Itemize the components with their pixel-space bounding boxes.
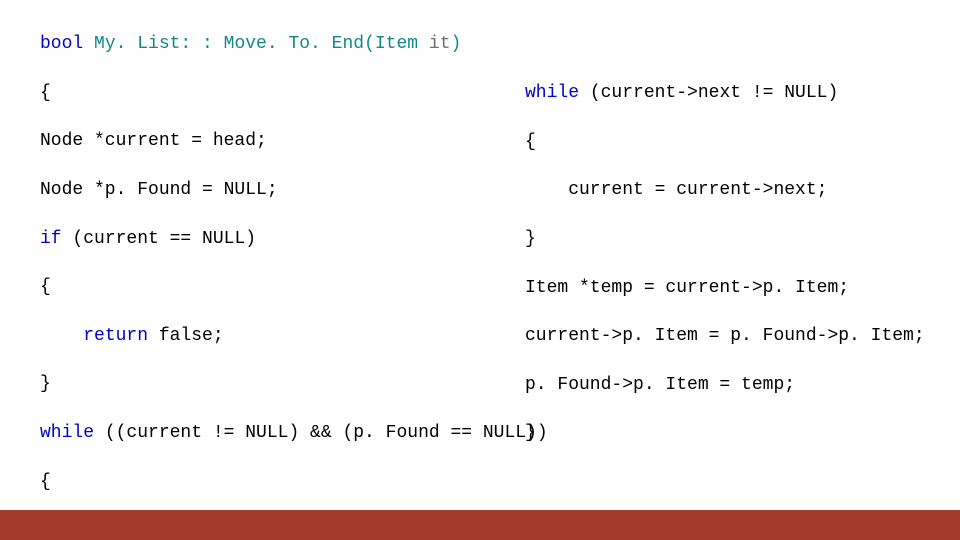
code-line: p. Found->p. Item = temp; (525, 373, 945, 397)
code-line: return false; (40, 324, 515, 348)
keyword-return: return (83, 326, 148, 346)
keyword-while: while (525, 83, 579, 103)
code-line: if (current == NULL) (40, 227, 515, 251)
code-columns: bool My. List: : Move. To. End(Item it) … (0, 8, 960, 540)
code-line: } (525, 227, 945, 251)
footer-bar (0, 510, 960, 540)
code-line: bool My. List: : Move. To. End(Item it) (40, 32, 515, 56)
code-line: Item *temp = current->p. Item; (525, 276, 945, 300)
param-name: it (418, 34, 450, 54)
code-text: (current->next != NULL) (579, 83, 838, 103)
keyword-while: while (40, 423, 94, 443)
code-line: while ((current != NULL) && (p. Found ==… (40, 421, 515, 445)
code-right-column: while (current->next != NULL) { current … (515, 8, 945, 540)
code-line: Node *current = head; (40, 129, 515, 153)
code-line: } (525, 421, 945, 445)
code-line: current->p. Item = p. Found->p. Item; (525, 324, 945, 348)
code-text: ((current != NULL) && (p. Found == NULL)… (94, 423, 548, 443)
code-line: while (current->next != NULL) (525, 81, 945, 105)
class-method-name: My. List: : Move. To. End( (83, 34, 375, 54)
indent (40, 326, 83, 346)
keyword-if: if (40, 229, 62, 249)
code-line: } (40, 372, 515, 396)
keyword-bool: bool (40, 34, 83, 54)
sig-close: ) (451, 34, 462, 54)
code-line: Node *p. Found = NULL; (40, 178, 515, 202)
param-type: Item (375, 34, 418, 54)
code-line: { (40, 275, 515, 299)
code-left-column: bool My. List: : Move. To. End(Item it) … (0, 8, 515, 540)
code-text: false; (148, 326, 224, 346)
code-line: current = current->next; (525, 178, 945, 202)
code-line: { (40, 81, 515, 105)
code-line: { (525, 130, 945, 154)
slide: bool My. List: : Move. To. End(Item it) … (0, 0, 960, 540)
code-text: (current == NULL) (62, 229, 256, 249)
code-line: { (40, 470, 515, 494)
